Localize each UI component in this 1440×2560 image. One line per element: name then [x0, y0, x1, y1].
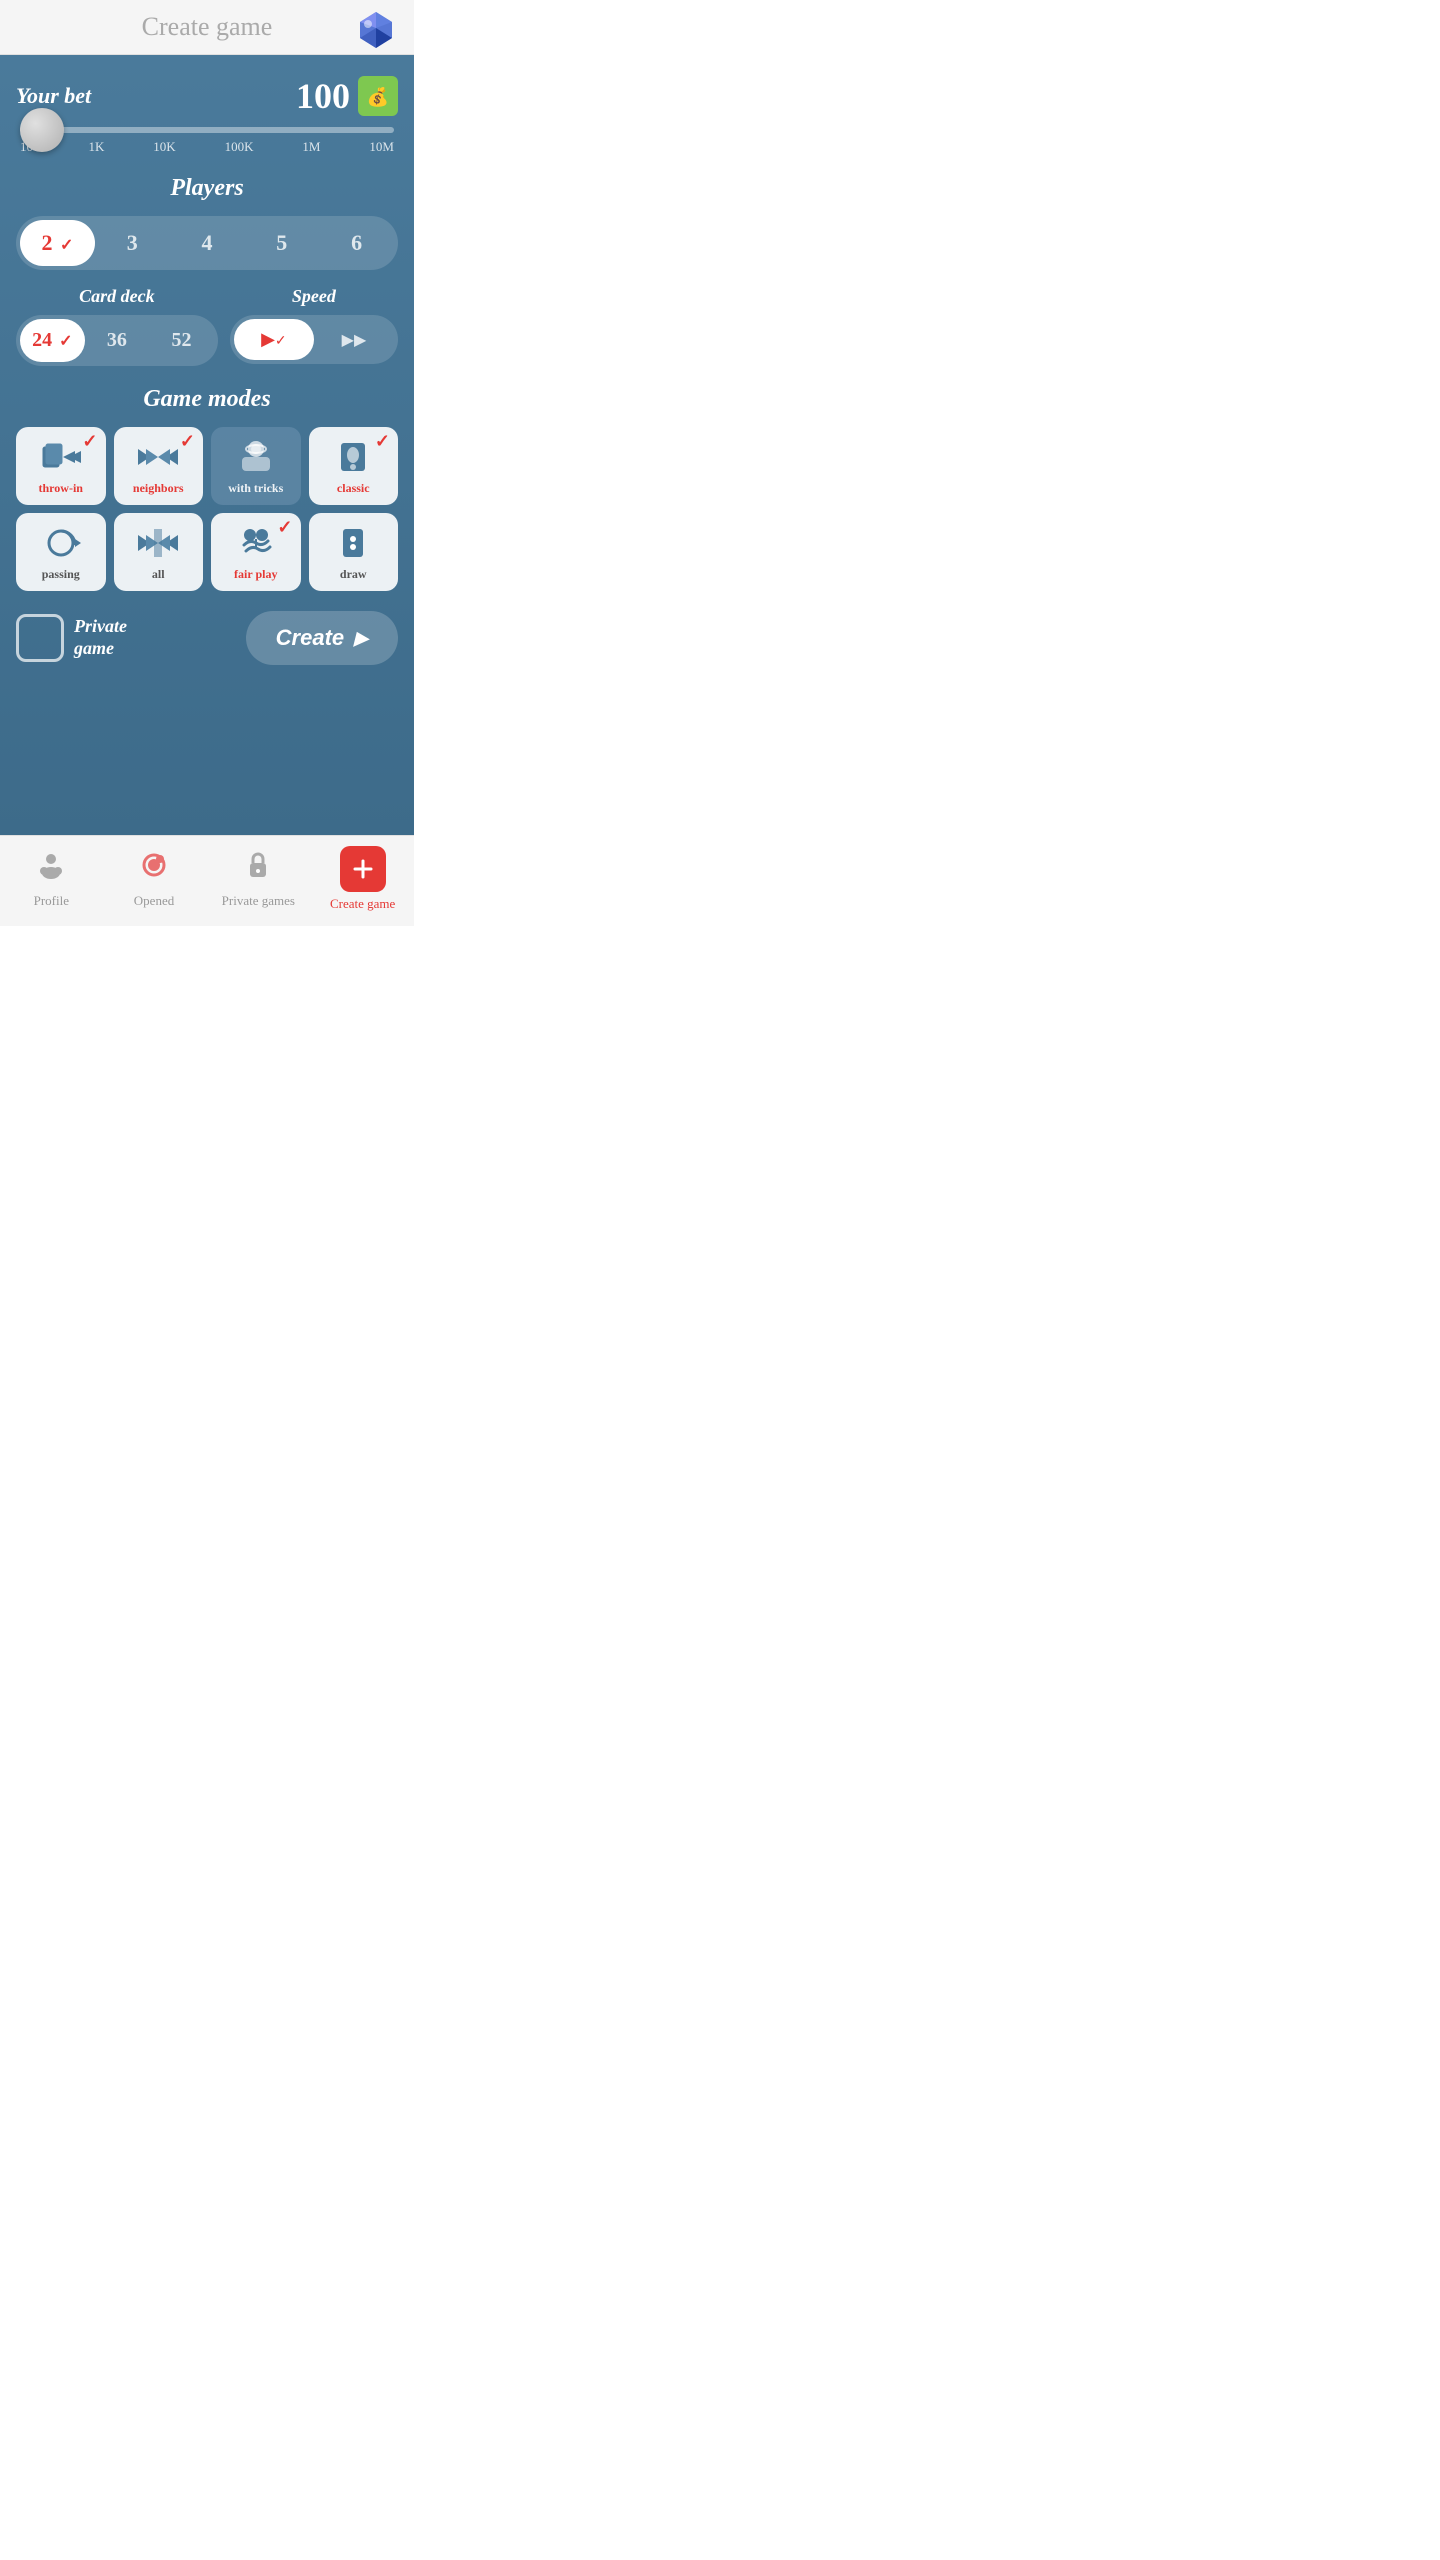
mode-draw-label: draw [340, 567, 367, 581]
mode-all-label: all [152, 567, 165, 581]
mode-all[interactable]: all [114, 513, 204, 591]
opened-icon [138, 849, 170, 889]
players-option-2[interactable]: 2 ✓ [20, 220, 95, 266]
mode-passing-label: passing [42, 567, 80, 581]
header: Create game [0, 0, 414, 55]
bet-section: Your bet 100 💰 100 1K 10K 100K [16, 75, 398, 155]
players-option-4[interactable]: 4 [170, 220, 245, 266]
speed-normal[interactable]: ▶✓ [234, 319, 314, 360]
bet-slider[interactable]: 100 1K 10K 100K 1M 10M [16, 127, 398, 155]
create-button-arrow-icon: ▶ [354, 628, 368, 649]
players-title: Players [16, 175, 398, 202]
mode-passing[interactable]: passing [16, 513, 106, 591]
deck-option-52[interactable]: 52 [149, 319, 214, 362]
speed-label: Speed [230, 286, 398, 307]
private-game-checkbox[interactable] [16, 614, 64, 662]
nav-create-game-label: Create game [330, 896, 395, 912]
game-modes-section: Game modes throw-in [16, 386, 398, 591]
main-content: Your bet 100 💰 100 1K 10K 100K [0, 55, 414, 835]
svg-text:💰: 💰 [367, 86, 389, 108]
nav-profile[interactable]: Profile [16, 849, 86, 909]
slider-label-10m: 10M [369, 139, 394, 155]
mode-with-tricks[interactable]: with tricks [211, 427, 301, 505]
players-option-6[interactable]: 6 [319, 220, 394, 266]
create-button-label: Create [276, 625, 344, 651]
deck-option-36[interactable]: 36 [85, 319, 150, 362]
gem-icon [354, 8, 398, 52]
mode-throw-in-label: throw-in [39, 481, 83, 495]
players-section: Players 2 ✓ 3 4 5 6 [16, 175, 398, 270]
speed-section: Speed ▶✓ ▶▶ [230, 286, 398, 364]
slider-track [20, 127, 394, 133]
speed-fast[interactable]: ▶▶ [314, 319, 394, 360]
speed-selector: ▶✓ ▶▶ [230, 315, 398, 364]
players-option-5[interactable]: 5 [244, 220, 319, 266]
nav-opened-label: Opened [134, 893, 174, 909]
create-game-icon [340, 846, 386, 892]
private-game-label: Privategame [74, 616, 127, 659]
slider-label-1m: 1M [302, 139, 320, 155]
mode-neighbors[interactable]: neighbors [114, 427, 204, 505]
page-title: Create game [142, 12, 273, 42]
deck-selector: 24 ✓ 36 52 [16, 315, 218, 366]
nav-private-games-label: Private games [222, 893, 295, 909]
mode-neighbors-label: neighbors [133, 481, 184, 495]
bottom-navigation: Profile Opened Private games [0, 835, 414, 926]
bottom-row: Privategame Create ▶ [16, 611, 398, 665]
players-option-3[interactable]: 3 [95, 220, 170, 266]
slider-label-100k: 100K [225, 139, 254, 155]
mode-draw[interactable]: draw [309, 513, 399, 591]
deck-speed-row: Card deck 24 ✓ 36 52 Speed ▶✓ ▶▶ [16, 286, 398, 366]
slider-label-1k: 1K [88, 139, 104, 155]
create-button[interactable]: Create ▶ [246, 611, 398, 665]
mode-throw-in[interactable]: throw-in [16, 427, 106, 505]
slider-thumb[interactable] [20, 108, 64, 152]
private-game-section: Privategame [16, 614, 127, 662]
nav-private-games[interactable]: Private games [222, 849, 295, 909]
deck-option-24[interactable]: 24 ✓ [20, 319, 85, 362]
nav-profile-label: Profile [34, 893, 69, 909]
game-modes-grid: throw-in neighbors [16, 427, 398, 591]
nav-opened[interactable]: Opened [119, 849, 189, 909]
bet-label: Your bet [16, 83, 91, 109]
deck-section: Card deck 24 ✓ 36 52 [16, 286, 218, 366]
mode-classic[interactable]: classic [309, 427, 399, 505]
profile-icon [35, 849, 67, 889]
mode-fair-play-label: fair play [234, 567, 277, 581]
slider-label-10k: 10K [153, 139, 175, 155]
slider-labels: 100 1K 10K 100K 1M 10M [20, 139, 394, 155]
mode-fair-play[interactable]: fair play [211, 513, 301, 591]
coin-icon: 💰 [358, 76, 398, 116]
private-games-icon [242, 849, 274, 889]
nav-create-game[interactable]: Create game [328, 846, 398, 912]
bet-value-container: 100 💰 [296, 75, 398, 117]
mode-with-tricks-label: with tricks [228, 481, 283, 495]
card-deck-label: Card deck [16, 286, 218, 307]
bet-value: 100 [296, 75, 350, 117]
mode-classic-label: classic [337, 481, 370, 495]
players-selector: 2 ✓ 3 4 5 6 [16, 216, 398, 270]
game-modes-title: Game modes [16, 386, 398, 413]
